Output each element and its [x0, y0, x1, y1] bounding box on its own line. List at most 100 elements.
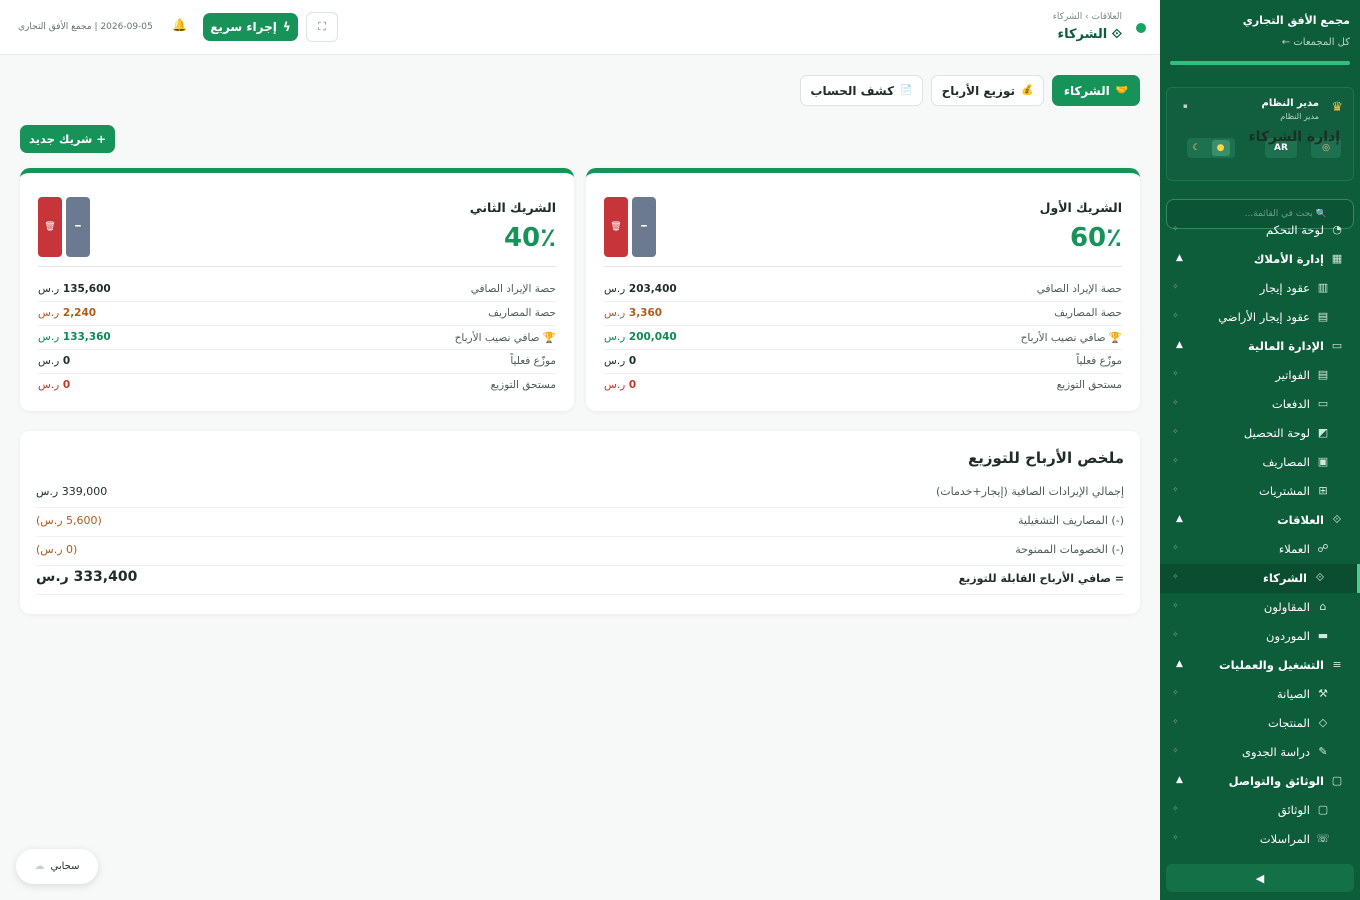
sidebar-item[interactable]: ▥ عقود إيجار ✧: [1160, 274, 1360, 303]
lightning-icon: ϟ: [282, 20, 291, 34]
pin-icon[interactable]: ✧: [1172, 601, 1179, 610]
collapse-caret-icon[interactable]: ▲: [1176, 340, 1183, 350]
sidebar-item-label: الدفعات: [1271, 397, 1310, 411]
bell-icon[interactable]: 🔔: [172, 18, 187, 32]
delete-partner-button[interactable]: 🗑: [38, 197, 62, 257]
user-menu-caret-icon[interactable]: ▪: [1183, 102, 1188, 110]
stat-row: حصة الإيراد الصافي 203,400 ر.س: [604, 278, 1122, 302]
tab-icon: 💰: [1021, 85, 1034, 96]
sidebar-title: مجمع الأفق التجاري: [1242, 14, 1350, 27]
sidebar-progress-bar: [1170, 61, 1350, 65]
stat-amount: 203,400: [628, 283, 677, 295]
tab-2[interactable]: 📄 كشف الحساب: [800, 75, 923, 106]
sidebar-item[interactable]: ◔ لوحة التحكم ✧: [1160, 216, 1360, 245]
pin-icon[interactable]: ✧: [1172, 456, 1179, 465]
breadcrumb[interactable]: العلاقات › الشركاء: [1053, 12, 1122, 22]
cloud-status-button[interactable]: سحابي ☁: [16, 849, 98, 884]
stat-row: موزّع فعلياً 0 ر.س: [38, 350, 556, 374]
date-complex-meta: 2026-09-05 | مجمع الأفق التجاري: [18, 22, 153, 32]
pin-icon[interactable]: ✧: [1172, 833, 1179, 842]
collapse-caret-icon[interactable]: ▲: [1176, 253, 1183, 263]
user-role: مدير النظام: [1280, 112, 1319, 121]
sidebar-item-label: الوثائق: [1277, 803, 1310, 817]
sidebar-item[interactable]: ▤ عقود إيجار الأراضي ✧: [1160, 303, 1360, 332]
pin-icon[interactable]: ✧: [1172, 369, 1179, 378]
sidebar-item[interactable]: ◇ المنتجات ✧: [1160, 709, 1360, 738]
edit-partner-button[interactable]: ━: [66, 197, 90, 257]
tab-1[interactable]: 💰 توزيع الأرباح: [931, 75, 1044, 106]
sidebar-item[interactable]: ◩ لوحة التحصيل ✧: [1160, 419, 1360, 448]
stat-amount: 135,600: [62, 283, 111, 295]
tab-label: الشركاء: [1063, 83, 1110, 98]
edit-partner-button[interactable]: ━: [632, 197, 656, 257]
pin-icon[interactable]: ✧: [1172, 717, 1179, 726]
sidebar-item[interactable]: ⟐ العلاقات ▲: [1160, 506, 1360, 535]
sidebar-item[interactable]: ≡ التشغيل والعمليات ▲: [1160, 651, 1360, 680]
sidebar-item[interactable]: ▭ الإدارة المالية ▲: [1160, 332, 1360, 361]
stat-amount: 0: [628, 355, 637, 367]
pin-icon[interactable]: ✧: [1172, 572, 1179, 581]
pin-icon[interactable]: ✧: [1172, 630, 1179, 639]
partner-actions: 🗑 ━: [38, 197, 90, 257]
sidebar-item[interactable]: ▬ الموردون ✧: [1160, 622, 1360, 651]
fullscreen-button[interactable]: ⛶: [306, 12, 338, 42]
sidebar-item-label: الفواتير: [1275, 368, 1310, 382]
sidebar-item[interactable]: ⌂ المقاولون ✧: [1160, 593, 1360, 622]
card-divider: [38, 266, 556, 267]
pin-icon[interactable]: ✧: [1172, 311, 1179, 320]
pin-icon[interactable]: ✧: [1172, 398, 1179, 407]
sidebar-item[interactable]: ▣ المصاريف ✧: [1160, 448, 1360, 477]
summary-value: 339,000 ر.س: [36, 485, 108, 498]
pin-icon[interactable]: ✧: [1172, 485, 1179, 494]
sidebar-item[interactable]: ▦ إدارة الأملاك ▲: [1160, 245, 1360, 274]
moon-icon[interactable]: ☾: [1192, 143, 1200, 153]
quick-action-button[interactable]: ϟ إجراء سريع: [203, 13, 298, 41]
sun-icon[interactable]: ●: [1211, 140, 1230, 156]
collapse-sidebar-button[interactable]: ◀: [1166, 864, 1354, 892]
partner-stats: حصة الإيراد الصافي 135,600 ر.س حصة المصاري…: [38, 278, 556, 398]
tabs: 🤝 الشركاء 💰 توزيع الأرباح 📄 كشف الحساب: [800, 75, 1140, 107]
collapse-caret-icon[interactable]: ▲: [1176, 659, 1183, 669]
nav-item-icon: ▤: [1317, 310, 1329, 323]
pin-icon[interactable]: ✧: [1172, 427, 1179, 436]
sidebar-item[interactable]: ▭ الدفعات ✧: [1160, 390, 1360, 419]
sidebar-item[interactable]: ⟐ الشركاء ✧: [1160, 564, 1360, 593]
pin-icon[interactable]: ✧: [1172, 224, 1179, 233]
delete-partner-button[interactable]: 🗑: [604, 197, 628, 257]
sidebar-item[interactable]: ☍ العملاء ✧: [1160, 535, 1360, 564]
tab-0[interactable]: 🤝 الشركاء: [1052, 75, 1140, 106]
sidebar-item[interactable]: ⊞ المشتريات ✧: [1160, 477, 1360, 506]
stat-value: 0 ر.س: [38, 355, 70, 367]
sidebar-item[interactable]: ✎ دراسة الجدوى ✧: [1160, 738, 1360, 767]
summary-title: ملخص الأرباح للتوزيع: [968, 449, 1124, 467]
nav-item-icon: ≡: [1332, 658, 1342, 671]
sidebar-item-label: لوحة التحصيل: [1243, 426, 1310, 440]
stat-label: مستحق التوزيع: [490, 379, 556, 391]
stat-label: حصة الإيراد الصافي: [470, 283, 556, 295]
pin-icon[interactable]: ✧: [1172, 804, 1179, 813]
nav-item-icon: ▭: [1331, 339, 1343, 352]
sidebar-item[interactable]: ▤ الفواتير ✧: [1160, 361, 1360, 390]
sidebar-item[interactable]: ▢ الوثائق والتواصل ▲: [1160, 767, 1360, 796]
summary-row: = صافي الأرباح القابلة للتوزيع 333,400 ر.…: [36, 566, 1124, 595]
partner-name: الشريك الثاني: [469, 200, 556, 215]
back-to-complexes-link[interactable]: ← كل المجمعات: [1170, 37, 1350, 48]
pin-icon[interactable]: ✧: [1172, 282, 1179, 291]
theme-toggle[interactable]: ☾ ●: [1187, 138, 1235, 158]
pin-icon[interactable]: ✧: [1172, 746, 1179, 755]
nav-item-icon: ▦: [1331, 252, 1343, 265]
page-title-text: الشركاء: [1057, 27, 1108, 42]
add-partner-button[interactable]: + شريك جديد: [20, 125, 115, 153]
currency-label: ر.س: [38, 331, 60, 343]
sidebar-item[interactable]: ⚒ الصيانة ✧: [1160, 680, 1360, 709]
pin-icon[interactable]: ✧: [1172, 543, 1179, 552]
nav-item-icon: ⚒: [1318, 687, 1328, 700]
sidebar-item-label: عقود إيجار: [1259, 281, 1310, 295]
summary-label: إجمالي الإيرادات الصافية (إيجار+خدمات): [935, 485, 1124, 498]
sidebar-item[interactable]: ▢ الوثائق ✧: [1160, 796, 1360, 825]
sidebar-item[interactable]: ☏ المراسلات ✧: [1160, 825, 1360, 854]
collapse-caret-icon[interactable]: ▲: [1176, 775, 1183, 785]
currency-label: ر.س: [38, 379, 60, 391]
pin-icon[interactable]: ✧: [1172, 688, 1179, 697]
collapse-caret-icon[interactable]: ▲: [1176, 514, 1183, 524]
